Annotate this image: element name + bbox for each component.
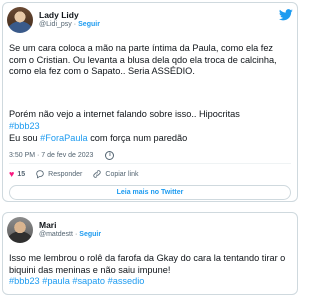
- hashtag-links[interactable]: #bbb23 #paula #sapato #assedio: [9, 276, 291, 288]
- tweet-text: Se um cara coloca a mão na parte íntima …: [9, 43, 277, 76]
- separator-dot: ·: [74, 231, 78, 238]
- tweet-header: Mari @matdestt · Seguir: [7, 217, 293, 245]
- copy-link-button[interactable]: Copiar link: [92, 169, 138, 179]
- tweet-timestamp-row: 3:50 PM · 7 de fev de 2023 i: [9, 151, 115, 160]
- author-meta: @matdestt · Seguir: [39, 231, 101, 238]
- tweet-text-paragraph-3: Eu sou #ForaPaula com força num paredão: [9, 133, 291, 145]
- heart-icon: ♥: [9, 168, 15, 179]
- tweet-text-paragraph-2: Porém não vejo a internet falando sobre …: [9, 109, 291, 132]
- follow-button[interactable]: Seguir: [79, 231, 101, 238]
- timestamp[interactable]: 3:50 PM · 7 de fev de 2023: [9, 152, 93, 159]
- copy-link-label: Copiar link: [105, 170, 139, 178]
- reply-button[interactable]: Responder: [35, 169, 82, 179]
- author-handle[interactable]: @Lidi_psy: [39, 21, 72, 28]
- tweet-text: Eu sou: [9, 133, 41, 143]
- info-icon[interactable]: i: [105, 151, 115, 160]
- twitter-bird-icon[interactable]: [279, 9, 293, 21]
- tweet-text: com força num paredão: [87, 133, 188, 143]
- avatar[interactable]: [7, 7, 33, 33]
- tweet-text: Porém não vejo a internet falando sobre …: [9, 109, 240, 119]
- tweet-header: Lady Lidy @Lidi_psy · Seguir: [7, 7, 293, 35]
- hashtag-link[interactable]: #bbb23: [9, 121, 291, 133]
- tweet-card-2: Mari @matdestt · Seguir Isso me lembrou o …: [2, 212, 298, 295]
- divider: [9, 163, 291, 164]
- reply-label: Responder: [48, 170, 83, 178]
- tweet-text-paragraph-1: Isso me lembrou o rolê da farofa da Gkay…: [9, 253, 291, 288]
- tweet-card-1: Lady Lidy @Lidi_psy · Seguir Se um cara co…: [2, 2, 298, 202]
- link-icon: [93, 170, 102, 178]
- author-name[interactable]: Lady Lidy: [39, 10, 79, 20]
- author-meta: @Lidi_psy · Seguir: [39, 21, 100, 28]
- tweet-actions: ♥ 15 Responder Copiar link: [9, 167, 291, 181]
- hashtag-link[interactable]: #ForaPaula: [40, 133, 88, 143]
- tweet-text: Isso me lembrou o rolê da farofa da Gkay…: [9, 253, 286, 275]
- like-count: 15: [17, 170, 26, 178]
- reply-icon: [36, 170, 44, 179]
- avatar[interactable]: [7, 217, 33, 243]
- tweet-text-paragraph-1: Se um cara coloca a mão na parte íntima …: [9, 43, 291, 78]
- read-more-button[interactable]: Leia mais no Twitter: [9, 185, 291, 200]
- author-handle[interactable]: @matdestt: [39, 231, 73, 238]
- follow-button[interactable]: Seguir: [78, 21, 100, 28]
- separator-dot: ·: [73, 21, 77, 28]
- like-button[interactable]: ♥ 15: [9, 168, 26, 179]
- author-name[interactable]: Mari: [39, 220, 56, 230]
